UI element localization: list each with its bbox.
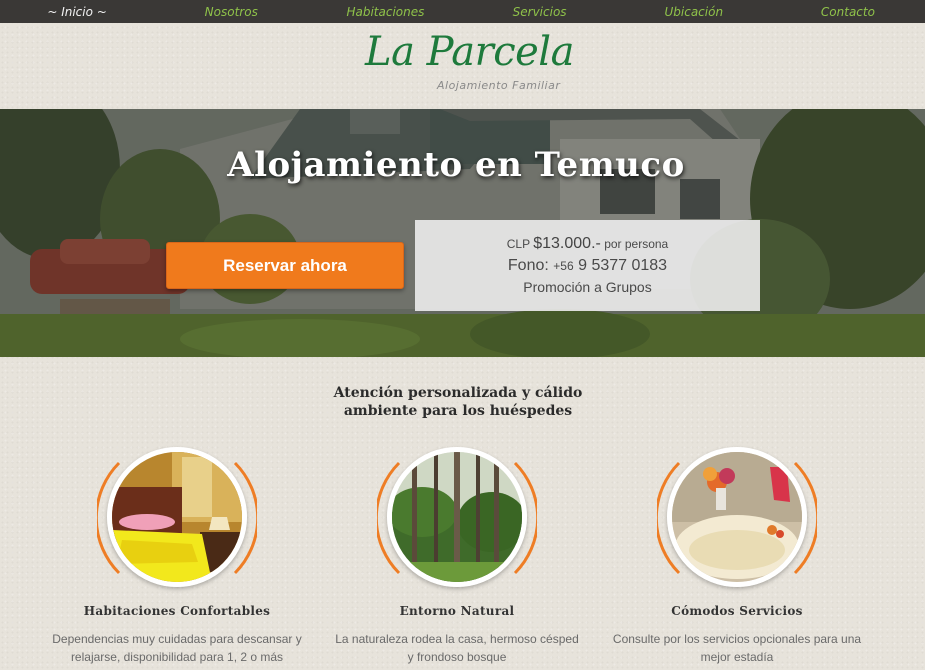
- hero-banner: Alojamiento en Temuco Reservar ahora CLP…: [0, 109, 925, 357]
- feature-image-frame: [97, 445, 257, 595]
- section-heading-line1: Atención personalizada y cálido: [333, 385, 583, 401]
- forest-photo: [387, 447, 527, 587]
- feature-description: Dependencias muy cuidadas para descansar…: [52, 632, 302, 670]
- nav-item-ubicacion[interactable]: Ubicación: [617, 5, 771, 19]
- feature-image-frame: [657, 445, 817, 595]
- nav-item-habitaciones[interactable]: Habitaciones: [308, 5, 462, 19]
- feature-card-servicios: Cómodos Servicios Consulte por los servi…: [592, 445, 882, 666]
- nav-item-contacto[interactable]: Contacto: [771, 5, 925, 19]
- feature-title: Entorno Natural: [399, 604, 515, 618]
- feature-card-habitaciones: Habitaciones Confortables Dependencias m…: [32, 445, 322, 670]
- phone-country-code: +56: [553, 259, 574, 273]
- promo-text: Promoción a Grupos: [523, 279, 652, 295]
- top-nav: ~ Inicio ~ Nosotros Habitaciones Servici…: [0, 0, 925, 23]
- hero-title: Alojamiento en Temuco: [227, 145, 685, 185]
- nav-item-nosotros[interactable]: Nosotros: [154, 5, 308, 19]
- phone-row: Fono: +56 9 5377 0183: [415, 257, 760, 275]
- nav-item-servicios[interactable]: Servicios: [463, 5, 617, 19]
- currency-label: CLP: [506, 237, 530, 251]
- logo-title: La Parcela: [365, 29, 574, 75]
- price-info-box: CLP $13.000.- por persona Fono: +56 9 53…: [415, 220, 760, 311]
- room-photo: [107, 447, 247, 587]
- logo-band: La Parcela Alojamiento Familiar: [0, 23, 925, 109]
- price-value: $13.000.-: [533, 235, 601, 252]
- site-logo[interactable]: La Parcela Alojamiento Familiar: [365, 29, 574, 99]
- logo-subtitle: Alojamiento Familiar: [437, 79, 561, 92]
- section-heading: Atención personalizada y cálido ambiente…: [0, 384, 916, 420]
- jacuzzi-photo: [667, 447, 807, 587]
- feature-card-entorno: Entorno Natural La naturaleza rodea la c…: [312, 445, 602, 666]
- feature-description: Consulte por los servicios opcionales pa…: [612, 632, 862, 664]
- price-unit: por persona: [604, 237, 669, 251]
- feature-title: Cómodos Servicios: [671, 604, 803, 618]
- feature-image-frame: [377, 445, 537, 595]
- section-heading-line2: ambiente para los huéspedes: [343, 403, 573, 419]
- nav-item-inicio[interactable]: ~ Inicio ~: [0, 5, 154, 19]
- feature-description: La naturaleza rodea la casa, hermoso cés…: [335, 632, 579, 664]
- feature-title: Habitaciones Confortables: [83, 604, 271, 618]
- phone-label: Fono:: [507, 257, 549, 274]
- reservar-button[interactable]: Reservar ahora: [166, 242, 404, 289]
- price-row: CLP $13.000.- por persona: [415, 235, 760, 253]
- phone-number[interactable]: 9 5377 0183: [578, 257, 667, 274]
